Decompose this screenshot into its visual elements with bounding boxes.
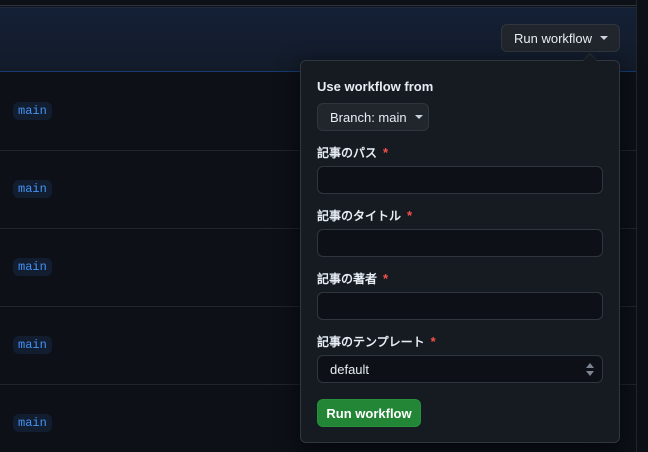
article-template-select[interactable]: default [317,355,603,383]
article-path-input[interactable] [317,166,603,194]
run-workflow-popover: Use workflow from Branch: main 記事のパス * 記事… [300,60,620,443]
run-workflow-button[interactable]: Run workflow [501,24,620,52]
branch-select-button[interactable]: Branch: main [317,103,429,131]
field-label-article-path: 記事のパス * [317,144,388,161]
chevron-down-icon [600,36,609,40]
top-strip [0,0,648,6]
run-workflow-submit-button[interactable]: Run workflow [317,399,421,427]
field-label-article-template: 記事のテンプレート * [317,333,436,350]
field-label-article-author: 記事の著者 * [317,270,388,287]
article-author-input[interactable] [317,292,603,320]
branch-tag[interactable]: main [13,336,52,354]
required-mark: * [383,145,389,160]
workflow-runs-page: Run workflow main main main main main Us… [0,0,648,452]
chevron-down-icon [414,115,423,119]
popover-arrow-inner [583,54,597,61]
field-label-article-title: 記事のタイトル * [317,207,412,224]
select-updown-icon [586,363,594,377]
field-label-text: 記事のテンプレート [317,335,425,349]
scrollbar[interactable] [636,0,648,452]
branch-tag[interactable]: main [13,414,52,432]
template-selected-value: default [330,361,370,377]
field-label-text: 記事の著者 [317,272,378,286]
required-mark: * [383,271,389,286]
field-label-text: 記事のタイトル [317,209,402,223]
branch-tag[interactable]: main [13,258,52,276]
required-mark: * [407,208,413,223]
field-label-text: 記事のパス [317,146,378,160]
popover-title: Use workflow from [317,79,434,94]
branch-tag[interactable]: main [13,102,52,120]
branch-select-label: Branch: main [330,109,407,125]
branch-tag[interactable]: main [13,180,52,198]
run-workflow-button-label: Run workflow [514,30,593,46]
article-title-input[interactable] [317,229,603,257]
required-mark: * [430,334,436,349]
